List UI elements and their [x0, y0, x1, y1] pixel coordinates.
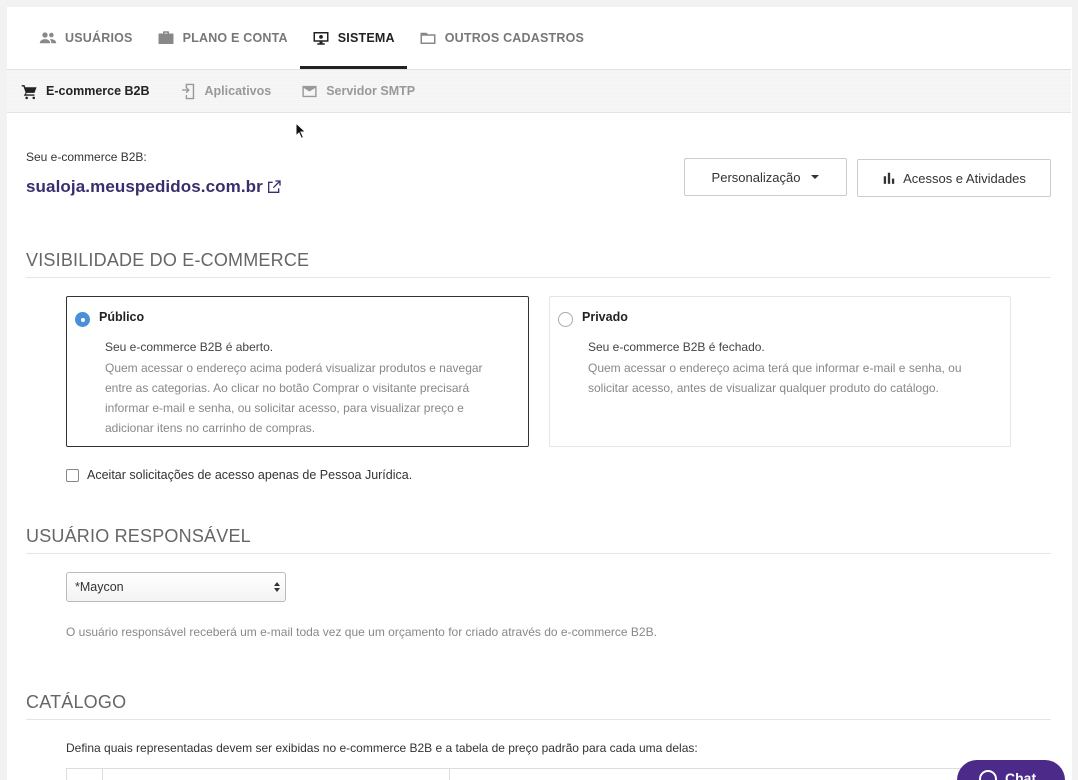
- tab-outros-cadastros[interactable]: OUTROS CADASTROS: [407, 7, 596, 69]
- external-link-icon: [267, 180, 281, 193]
- frame-top: [0, 0, 1078, 7]
- tab-sistema[interactable]: SISTEMA: [299, 7, 407, 69]
- monitor-gear-icon: [313, 32, 329, 45]
- subtab-servidor-smtp[interactable]: Servidor SMTP: [301, 83, 415, 100]
- tab-plano-e-conta[interactable]: PLANO E CONTA: [145, 7, 300, 69]
- table-column-divider: [449, 769, 450, 780]
- tab-sistema-label: SISTEMA: [337, 31, 395, 45]
- subtab-ecommerce-b2b[interactable]: E-commerce B2B: [21, 83, 150, 100]
- top-tabs: USUÁRIOS PLANO E CONTA SISTEMA OUTROS CA…: [7, 7, 1071, 69]
- frame-right: [1072, 0, 1078, 780]
- bar-chart-icon: [883, 172, 895, 184]
- catalog-description: Defina quais representadas devem ser exi…: [66, 741, 698, 755]
- subtab-aplicativos-label: Aplicativos: [204, 84, 272, 98]
- store-label: Seu e-commerce B2B:: [26, 150, 147, 164]
- chat-button[interactable]: Chat: [957, 760, 1065, 780]
- folder-icon: [420, 32, 436, 44]
- subtab-ecommerce-label: E-commerce B2B: [46, 84, 150, 98]
- store-url-link[interactable]: sualoja.meuspedidos.com.br: [26, 177, 282, 197]
- subtab-smtp-label: Servidor SMTP: [326, 84, 416, 98]
- tab-plano-label: PLANO E CONTA: [182, 31, 288, 45]
- users-icon: [39, 32, 57, 44]
- private-lead: Seu e-commerce B2B é fechado.: [588, 340, 765, 354]
- responsible-user-help: O usuário responsável receberá um e-mail…: [66, 625, 657, 639]
- tab-usuarios-label: USUÁRIOS: [65, 31, 133, 45]
- public-description: Quem acessar o endereço acima poderá vis…: [105, 361, 483, 435]
- responsible-user-value: *Maycon: [75, 580, 124, 594]
- pj-only-label: Aceitar solicitações de acesso apenas de…: [87, 468, 413, 482]
- briefcase-icon: [158, 31, 174, 44]
- public-radio[interactable]: [75, 312, 90, 327]
- pj-only-checkbox[interactable]: [66, 468, 79, 482]
- acessos-label: Acessos e Atividades: [903, 170, 1026, 186]
- visibility-public-option[interactable]: Público Seu e-commerce B2B é aberto. Que…: [66, 296, 529, 447]
- mail-icon: [302, 85, 317, 97]
- acessos-atividades-button[interactable]: Acessos e Atividades: [857, 159, 1051, 197]
- chat-label: Chat: [1005, 770, 1037, 780]
- public-title: Público: [99, 310, 145, 324]
- frame-left: [0, 0, 7, 780]
- pj-only-checkbox-row[interactable]: Aceitar solicitações de acesso apenas de…: [66, 468, 412, 482]
- select-arrows-icon: [274, 582, 280, 594]
- private-title: Privado: [582, 310, 628, 324]
- tab-usuarios[interactable]: USUÁRIOS: [27, 7, 145, 69]
- store-url-text: sualoja.meuspedidos.com.br: [26, 177, 263, 196]
- user-section-title: USUÁRIO RESPONSÁVEL: [26, 526, 1051, 554]
- responsible-user-select[interactable]: *Maycon: [66, 572, 286, 602]
- mouse-cursor-icon: [295, 122, 307, 140]
- table-column-divider: [102, 769, 103, 780]
- subtab-aplicativos[interactable]: Aplicativos: [180, 83, 272, 100]
- visibility-private-option[interactable]: Privado Seu e-commerce B2B é fechado. Qu…: [549, 296, 1011, 447]
- personalizacao-button[interactable]: Personalização: [684, 158, 847, 196]
- private-radio[interactable]: [558, 312, 573, 327]
- catalog-section-title: CATÁLOGO: [26, 692, 1051, 720]
- sub-tabs: E-commerce B2B Aplicativos Servidor SMTP: [7, 69, 1071, 113]
- mobile-app-icon: [181, 83, 194, 99]
- visibility-section-title: VISIBILIDADE DO E-COMMERCE: [26, 250, 1051, 278]
- catalog-table: [66, 768, 966, 780]
- tab-outros-label: OUTROS CADASTROS: [444, 31, 585, 45]
- chat-bubble-icon: [979, 770, 997, 780]
- personalizacao-label: Personalização: [711, 169, 801, 185]
- cart-icon: [21, 84, 37, 99]
- caret-down-icon: [811, 175, 820, 179]
- public-lead: Seu e-commerce B2B é aberto.: [105, 340, 274, 354]
- private-description: Quem acessar o endereço acima terá que i…: [588, 361, 962, 395]
